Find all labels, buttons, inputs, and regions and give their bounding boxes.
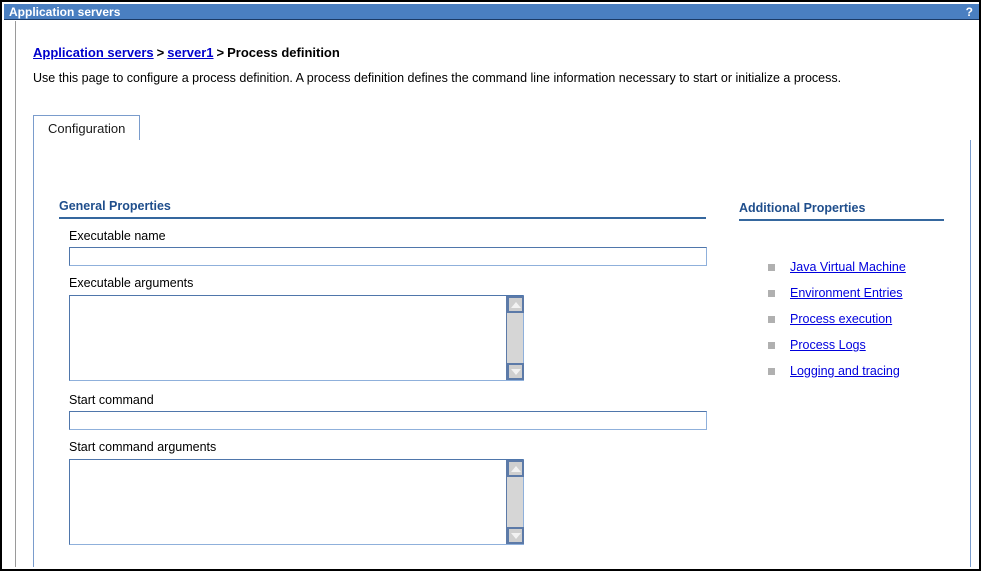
help-icon[interactable]: ? — [966, 5, 979, 19]
link-process-execution[interactable]: Process execution — [790, 312, 892, 326]
chevron-up-icon — [510, 465, 521, 472]
bullet-square-icon — [768, 316, 775, 323]
additional-properties-list: Java Virtual Machine Environment Entries… — [768, 260, 958, 390]
general-properties-heading: General Properties — [59, 199, 171, 213]
breadcrumb-separator-2: > — [216, 45, 225, 60]
bullet-square-icon — [768, 368, 775, 375]
breadcrumb-current-process-definition: Process definition — [227, 45, 340, 60]
bullet-square-icon — [768, 290, 775, 297]
list-item: Java Virtual Machine — [768, 260, 920, 275]
chevron-down-icon — [510, 368, 521, 375]
textarea-start-command-arguments-body[interactable] — [70, 460, 506, 544]
additional-properties-heading: Additional Properties — [739, 201, 866, 215]
general-properties-rule — [59, 217, 706, 219]
input-start-command[interactable] — [69, 411, 707, 430]
tab-configuration[interactable]: Configuration — [33, 115, 141, 141]
window-titlebar: Application servers ? — [4, 4, 979, 20]
textarea-executable-arguments[interactable] — [69, 295, 524, 381]
scrollbar-up-button[interactable] — [507, 296, 524, 313]
scrollbar-start-command-arguments[interactable] — [506, 460, 524, 544]
breadcrumb-separator-1: > — [156, 45, 165, 60]
list-item: Logging and tracing — [768, 364, 920, 379]
link-process-logs[interactable]: Process Logs — [790, 338, 866, 352]
scrollbar-track[interactable] — [507, 477, 523, 527]
breadcrumb-link-server1[interactable]: server1 — [167, 45, 213, 60]
chevron-down-icon — [510, 532, 521, 539]
scrollbar-down-button[interactable] — [507, 363, 524, 380]
list-item: Process execution — [768, 312, 920, 327]
bullet-square-icon — [768, 342, 775, 349]
label-start-command-arguments: Start command arguments — [69, 440, 217, 454]
scrollbar-down-button[interactable] — [507, 527, 524, 544]
bullet-square-icon — [768, 264, 775, 271]
link-logging-and-tracing[interactable]: Logging and tracing — [790, 364, 900, 378]
link-environment-entries[interactable]: Environment Entries — [790, 286, 903, 300]
scrollbar-up-button[interactable] — [507, 460, 524, 477]
page-content: Application servers > server1 > Process defi… — [17, 21, 977, 567]
list-item: Environment Entries — [768, 286, 920, 301]
link-java-virtual-machine[interactable]: Java Virtual Machine — [790, 260, 906, 274]
scrollbar-track[interactable] — [507, 313, 523, 363]
textarea-start-command-arguments[interactable] — [69, 459, 524, 545]
window-title: Application servers — [9, 4, 121, 19]
chevron-up-icon — [510, 301, 521, 308]
additional-properties-rule — [739, 219, 944, 221]
application-window: Application servers ? Application server… — [0, 0, 981, 571]
scrollbar-executable-arguments[interactable] — [506, 296, 524, 380]
page-description: Use this page to configure a process def… — [33, 71, 842, 85]
list-item: Process Logs — [768, 338, 920, 353]
label-executable-arguments: Executable arguments — [69, 276, 194, 290]
label-start-command: Start command — [69, 393, 154, 407]
tab-strip: Configuration — [33, 115, 971, 141]
breadcrumb-link-application-servers[interactable]: Application servers — [33, 45, 154, 60]
textarea-executable-arguments-body[interactable] — [70, 296, 506, 380]
left-rail — [4, 21, 16, 567]
breadcrumb: Application servers > server1 > Process defi… — [33, 45, 340, 60]
input-executable-name[interactable] — [69, 247, 707, 266]
label-executable-name: Executable name — [69, 229, 166, 243]
